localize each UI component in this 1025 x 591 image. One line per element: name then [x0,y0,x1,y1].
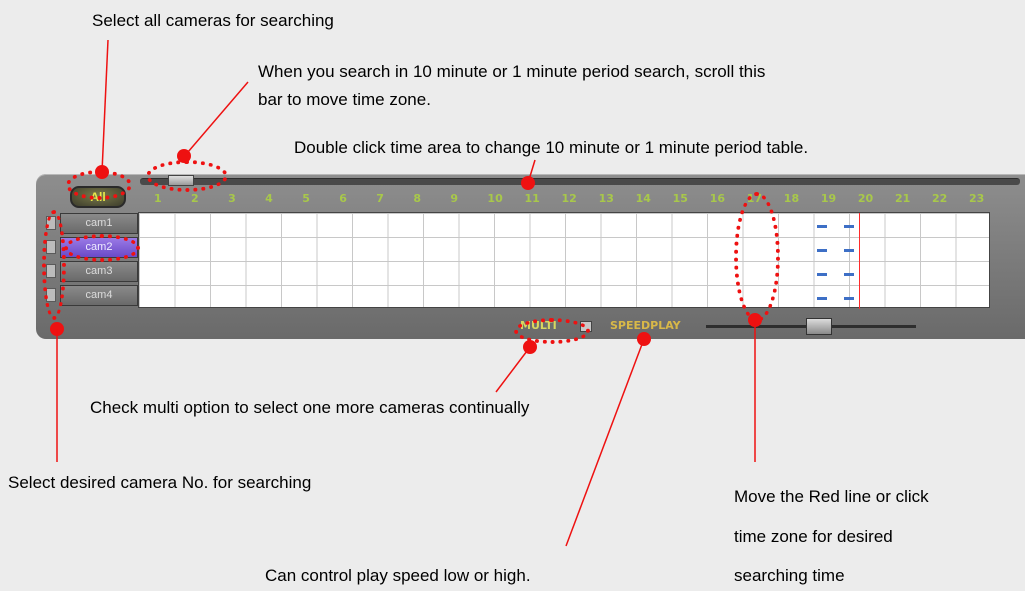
callout-lines [56,39,756,547]
